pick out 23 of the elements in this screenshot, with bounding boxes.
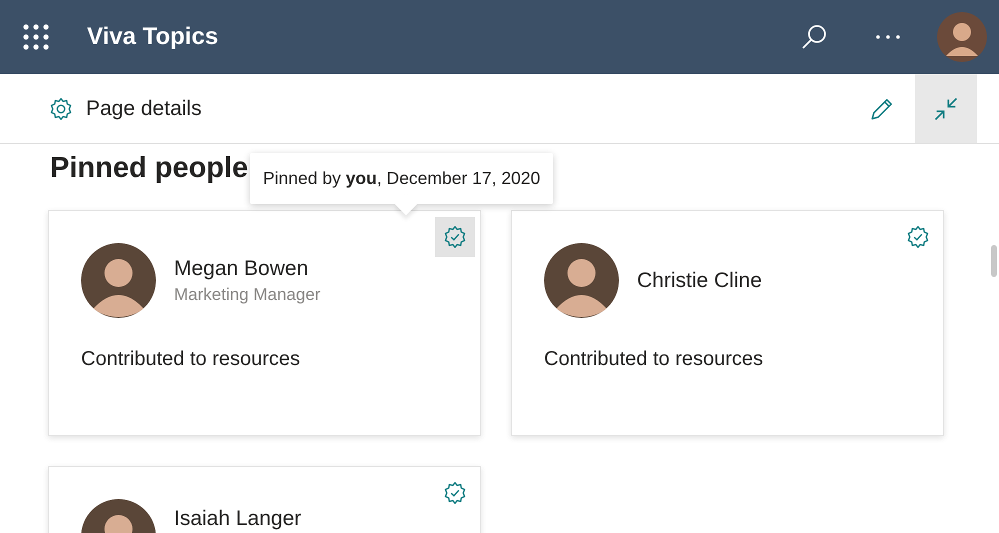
pinned-badge-button[interactable] — [435, 217, 475, 257]
scrollbar-thumb[interactable] — [991, 245, 997, 277]
person-card[interactable]: Isaiah Langer — [48, 466, 481, 533]
contribution-text: Contributed to resources — [81, 348, 302, 371]
page-details-button[interactable]: Page details — [48, 96, 202, 122]
app-title: Viva Topics — [87, 23, 218, 51]
person-card[interactable]: Christie Cline Contributed to resources — [511, 210, 944, 436]
contribution-text: Contributed to resources — [544, 348, 764, 371]
person-name[interactable]: Megan Bowen — [174, 256, 320, 280]
person-card[interactable]: Megan Bowen Marketing Manager Contributed to resources — [48, 210, 481, 436]
search-icon[interactable] — [801, 24, 827, 50]
tooltip-text: Pinned by you, December 17, 2020 — [263, 168, 540, 188]
person-name[interactable]: Isaiah Langer — [174, 506, 302, 530]
person-role: Marketing Manager — [174, 284, 320, 304]
badge-check-icon — [905, 224, 931, 250]
app-launcher-icon[interactable] — [23, 24, 49, 50]
settings-icon — [48, 96, 74, 122]
section-title: Pinned people — [50, 151, 248, 186]
profile-avatar[interactable] — [937, 12, 987, 62]
badge-check-icon — [442, 224, 468, 250]
more-icon[interactable] — [875, 34, 901, 40]
person-name[interactable]: Christie Cline — [637, 268, 762, 292]
badge-check-icon — [442, 480, 468, 506]
